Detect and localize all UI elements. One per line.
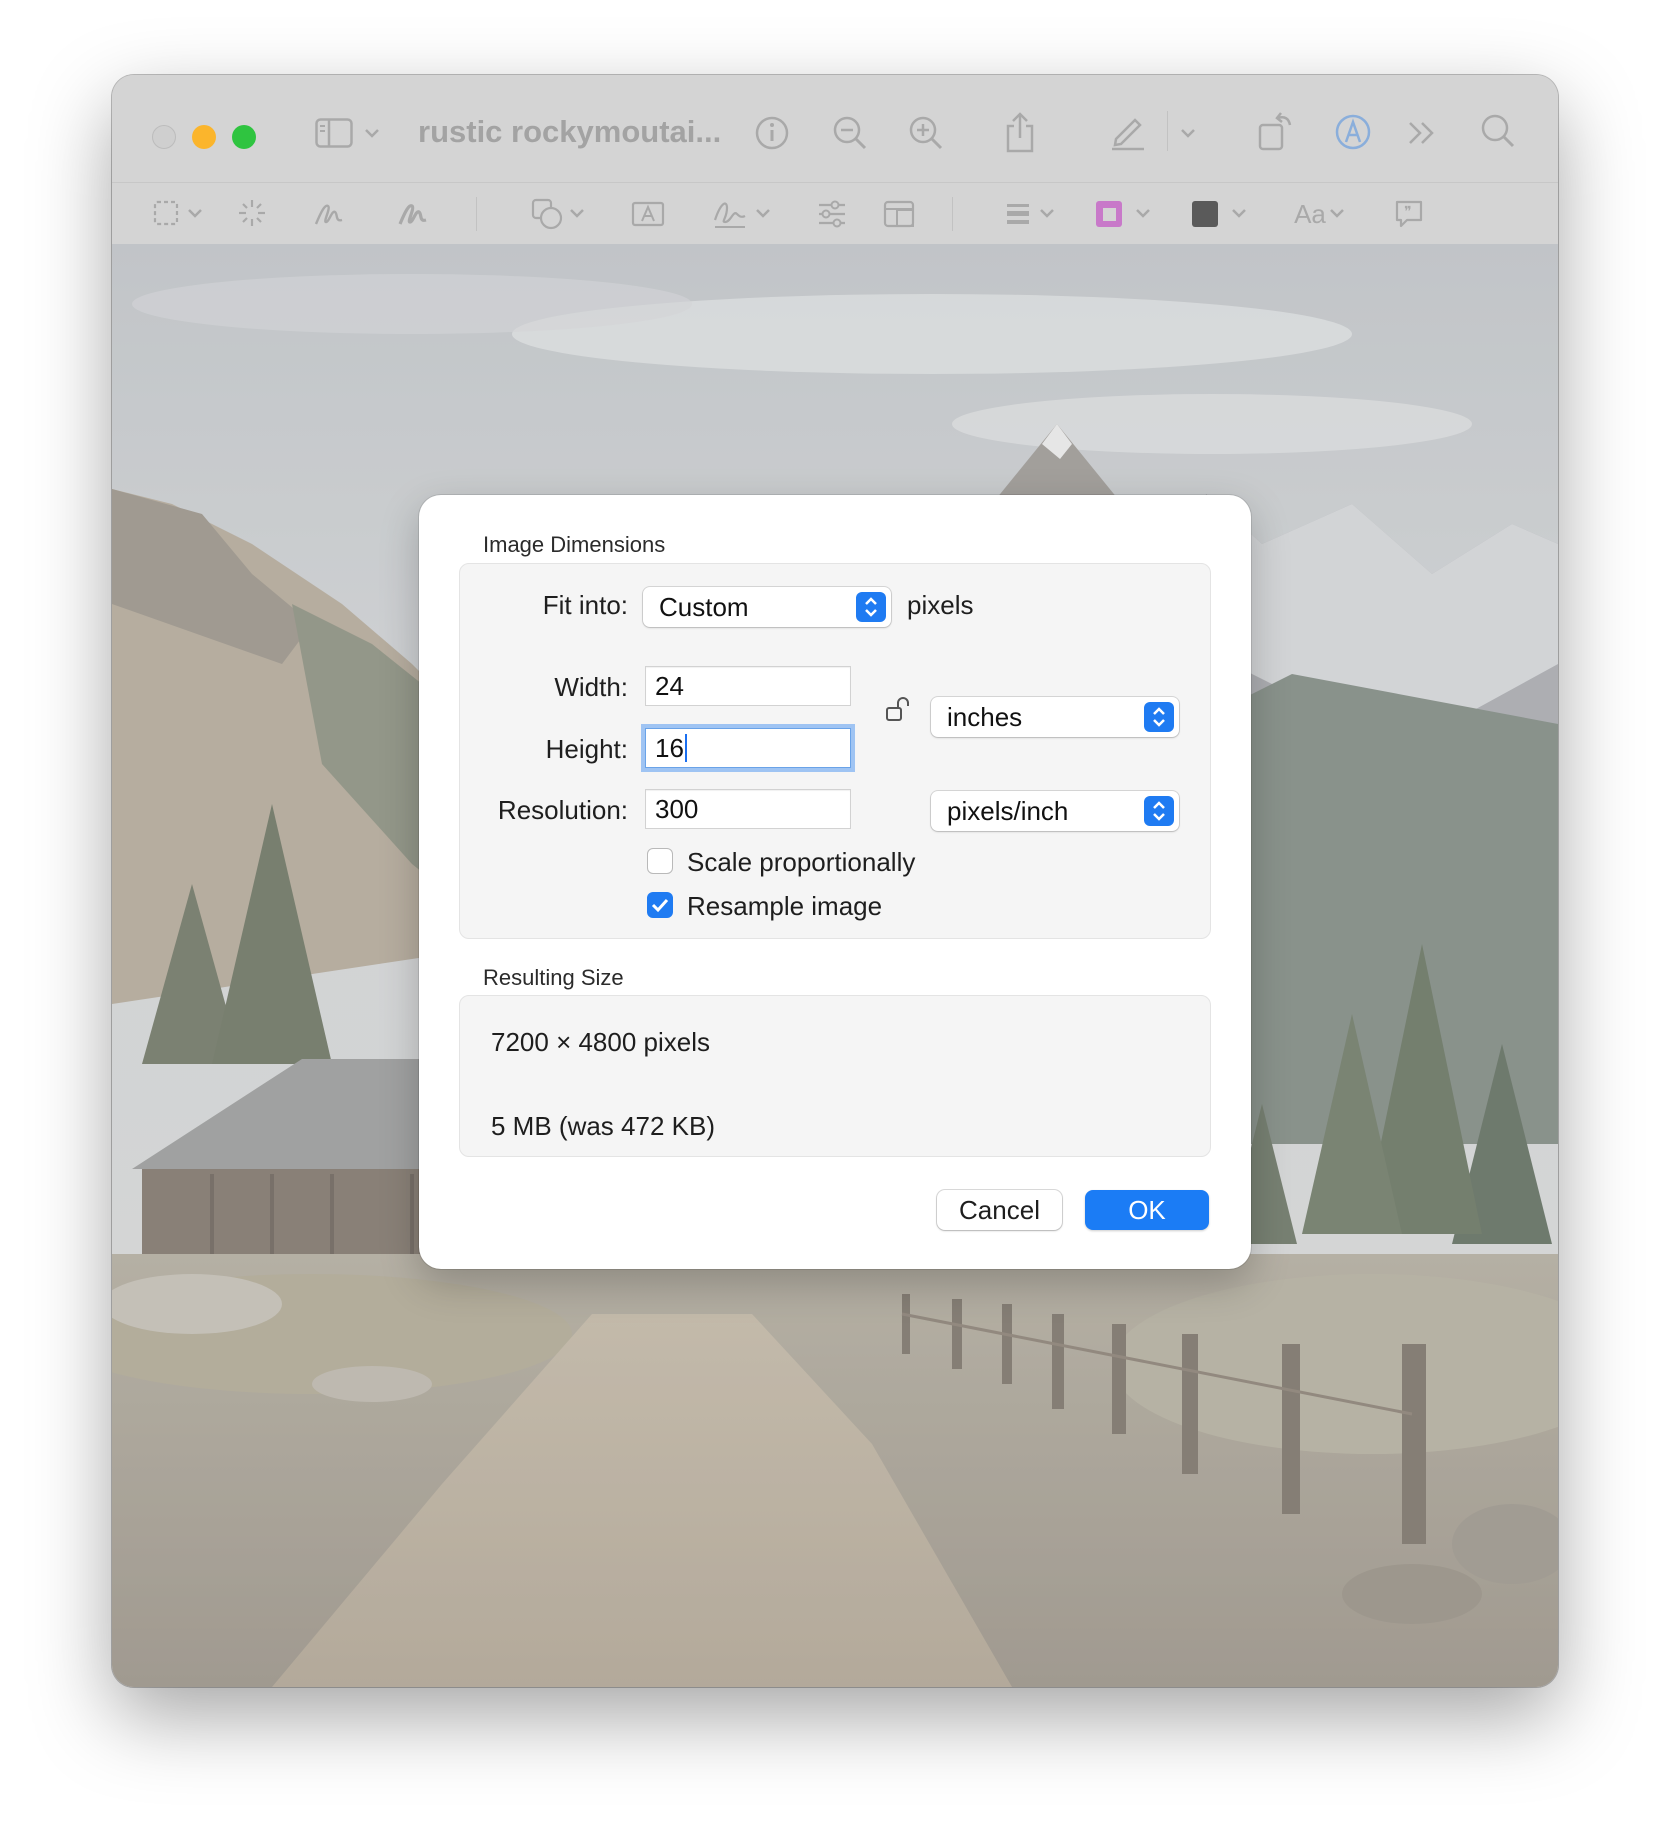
sidebar-icon[interactable] [314,113,354,153]
height-label: Height: [545,734,628,764]
image-dimensions-title: Image Dimensions [483,532,666,557]
text-icon[interactable] [630,199,666,229]
toolbar-separator [952,197,953,231]
chevron-down-icon[interactable] [1230,205,1248,221]
text-style-icon[interactable]: Aa [1292,197,1328,231]
adjust-color-icon[interactable] [816,199,848,229]
toolbar-separator [1167,111,1168,151]
zoom-button[interactable] [232,125,256,149]
chevron-down-icon[interactable] [1134,205,1152,221]
scale-proportionally-checkbox[interactable] [647,848,673,874]
chevron-down-icon[interactable] [1038,205,1056,221]
draw-icon[interactable] [396,197,430,229]
sign-icon[interactable] [710,195,750,231]
size-unit-value: inches [947,702,1023,732]
resolution-label: Resolution: [497,795,628,825]
svg-text:❞: ❞ [1404,204,1412,220]
resulting-size-title: Resulting Size [483,965,624,990]
zoom-in-icon[interactable] [906,113,946,153]
unlock-icon[interactable] [883,695,913,725]
resolution-field[interactable]: 300 [645,789,851,829]
text-caret [684,734,687,762]
up-down-arrows-icon [856,592,886,622]
search-icon[interactable] [1478,111,1518,151]
preview-window: rustic rockymoutai... Aa ❞ Image Dimensi… [112,75,1558,1687]
instant-alpha-icon[interactable] [236,197,268,229]
rotate-icon[interactable] [1254,107,1298,153]
more-icon[interactable] [1404,115,1440,151]
cancel-button[interactable]: Cancel [937,1190,1062,1230]
width-label: Width: [554,672,628,702]
up-down-arrows-icon [1144,702,1174,732]
chevron-down-icon[interactable] [754,205,772,221]
resulting-bytes: 5 MB (was 472 KB) [491,1111,715,1141]
resample-image-checkbox[interactable] [647,892,673,918]
fit-into-popup[interactable]: Custom [643,587,891,627]
chevron-down-icon[interactable] [1328,205,1346,221]
note-icon[interactable]: ❞ [1392,197,1426,231]
resolution-unit-popup[interactable]: pixels/inch [931,791,1179,831]
scale-proportionally-label[interactable]: Scale proportionally [687,847,915,878]
adjust-size-icon[interactable] [882,199,916,229]
markup-pen-icon[interactable] [1106,109,1150,153]
info-icon[interactable] [752,113,792,153]
title-bar: rustic rockymoutai... [112,75,1558,182]
chevron-down-icon[interactable] [568,205,586,221]
sketch-icon[interactable] [312,197,346,229]
shapes-icon[interactable] [530,197,564,231]
border-color-icon[interactable] [1094,199,1124,229]
minimize-button[interactable] [192,125,216,149]
checkmark-icon [651,898,669,913]
share-icon[interactable] [1000,109,1040,155]
up-down-arrows-icon [1144,796,1174,826]
adjust-size-dialog: Image Dimensions Fit into: Custom pixels… [419,495,1251,1269]
window-title: rustic rockymoutai... [418,114,722,149]
markup-toolbar-icon[interactable] [1332,111,1374,153]
resample-image-label[interactable]: Resample image [687,891,882,922]
height-field[interactable]: 16 [645,728,851,768]
fit-into-value: Custom [659,592,749,622]
zoom-out-icon[interactable] [830,113,870,153]
chevron-down-icon[interactable] [186,205,204,221]
toolbar-separator [476,197,477,231]
fit-into-unit: pixels [907,590,974,620]
selection-icon[interactable] [152,199,180,227]
width-field[interactable]: 24 [645,666,851,706]
line-style-icon[interactable] [1004,201,1032,227]
fill-color-icon[interactable] [1190,199,1220,229]
chevron-down-icon[interactable] [1178,123,1198,143]
close-button[interactable] [152,125,176,149]
height-value: 16 [655,733,684,763]
ok-button[interactable]: OK [1085,1190,1209,1230]
resolution-unit-value: pixels/inch [947,796,1069,826]
fit-into-label: Fit into: [542,590,628,620]
chevron-down-icon[interactable] [362,123,382,143]
text-style-label: Aa [1294,198,1326,229]
size-unit-popup[interactable]: inches [931,697,1179,737]
resulting-pixels: 7200 × 4800 pixels [491,1027,711,1057]
markup-toolbar: Aa ❞ [112,182,1558,246]
